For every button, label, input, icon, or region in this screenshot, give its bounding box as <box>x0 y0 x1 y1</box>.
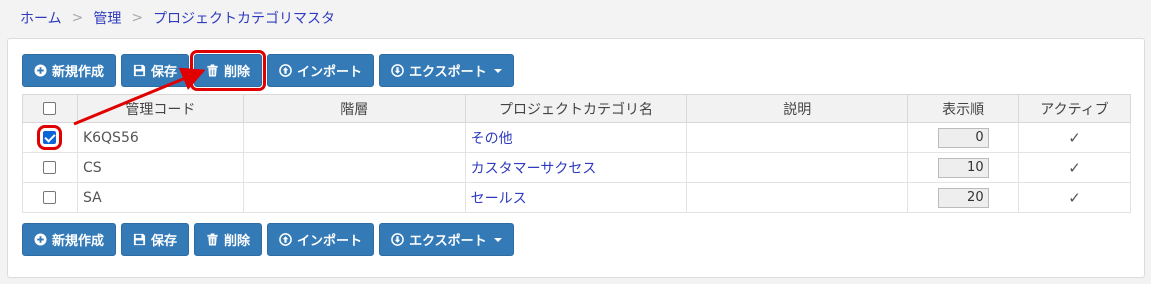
top-toolbar: 新規作成 保存 削除 インポート エクスポート <box>22 50 514 91</box>
download-circle-icon <box>391 233 404 246</box>
breadcrumb-separator: > <box>131 10 144 26</box>
category-name-link[interactable]: セールス <box>464 182 688 213</box>
table-row[interactable]: CS カスタマーサクセス 10 ✓ <box>22 152 1131 183</box>
floppy-disk-icon <box>133 233 146 246</box>
new-button[interactable]: 新規作成 <box>22 54 117 87</box>
table-row[interactable]: SA セールス 20 ✓ <box>22 182 1131 213</box>
column-header-order[interactable]: 表示順 <box>907 94 1020 123</box>
download-circle-icon <box>391 64 404 77</box>
chevron-down-icon <box>493 68 502 73</box>
floppy-disk-icon <box>133 64 146 77</box>
import-button-label: インポート <box>297 65 363 80</box>
description-cell <box>686 122 909 153</box>
trash-icon <box>207 233 218 246</box>
hierarchy-cell <box>242 182 466 213</box>
active-check-icon: ✓ <box>1018 152 1131 183</box>
table-row[interactable]: K6QS56 その他 0 ✓ <box>22 122 1131 153</box>
new-button[interactable]: 新規作成 <box>22 223 117 256</box>
select-all-checkbox[interactable] <box>43 102 57 115</box>
order-cell: 0 <box>907 122 1020 153</box>
hierarchy-cell <box>242 122 466 153</box>
row-select-cell <box>22 122 78 153</box>
save-button-label: 保存 <box>151 65 178 80</box>
breadcrumb-home[interactable]: ホーム <box>20 8 62 28</box>
code-cell: SA <box>76 182 244 213</box>
breadcrumb-current[interactable]: プロジェクトカテゴリマスタ <box>153 8 335 28</box>
column-header-active[interactable]: アクティブ <box>1018 94 1131 123</box>
import-button-label: インポート <box>297 234 363 249</box>
order-input[interactable]: 0 <box>937 127 989 148</box>
row-select-cell <box>22 152 78 183</box>
column-header-code[interactable]: 管理コード <box>76 94 244 123</box>
description-cell <box>686 152 909 183</box>
category-table: 管理コード 階層 プロジェクトカテゴリ名 説明 表示順 アクティブ K6QS56… <box>22 94 1131 213</box>
save-button-label: 保存 <box>151 234 178 249</box>
order-cell: 20 <box>907 182 1020 213</box>
export-button[interactable]: エクスポート <box>379 54 514 87</box>
upload-circle-icon <box>279 64 292 77</box>
delete-button-label: 削除 <box>224 234 251 249</box>
active-check-icon: ✓ <box>1018 122 1131 153</box>
select-all-header <box>22 94 78 123</box>
column-header-hierarchy[interactable]: 階層 <box>242 94 466 123</box>
order-input[interactable]: 20 <box>937 187 989 208</box>
export-button-label: エクスポート <box>409 234 487 249</box>
row-checkbox[interactable] <box>43 161 57 174</box>
order-cell: 10 <box>907 152 1020 183</box>
description-cell <box>686 182 909 213</box>
plus-circle-icon <box>34 64 47 77</box>
chevron-down-icon <box>493 237 502 242</box>
column-header-name[interactable]: プロジェクトカテゴリ名 <box>464 94 688 123</box>
upload-circle-icon <box>279 233 292 246</box>
order-input[interactable]: 10 <box>937 157 989 178</box>
breadcrumb-admin[interactable]: 管理 <box>93 8 121 28</box>
export-button-label: エクスポート <box>409 65 487 80</box>
category-name-link[interactable]: カスタマーサクセス <box>464 152 688 183</box>
main-panel: 新規作成 保存 削除 インポート エクスポート 管理コード 階層 プロジェクトカ… <box>7 38 1145 278</box>
code-cell: CS <box>76 152 244 183</box>
export-button[interactable]: エクスポート <box>379 223 514 256</box>
delete-button[interactable]: 削除 <box>194 223 263 256</box>
new-button-label: 新規作成 <box>52 234 105 249</box>
active-check-icon: ✓ <box>1018 182 1131 213</box>
delete-button[interactable]: 削除 <box>190 50 267 91</box>
import-button[interactable]: インポート <box>267 54 375 87</box>
save-button[interactable]: 保存 <box>121 223 190 256</box>
plus-circle-icon <box>34 233 47 246</box>
table-header-row: 管理コード 階層 プロジェクトカテゴリ名 説明 表示順 アクティブ <box>22 94 1131 123</box>
delete-button-label: 削除 <box>224 65 251 80</box>
hierarchy-cell <box>242 152 466 183</box>
code-cell: K6QS56 <box>76 122 244 153</box>
row-checkbox[interactable] <box>37 125 63 150</box>
bottom-toolbar: 新規作成 保存 削除 インポート エクスポート <box>22 223 514 256</box>
breadcrumb: ホーム > 管理 > プロジェクトカテゴリマスタ <box>20 8 335 28</box>
trash-icon <box>207 64 218 77</box>
column-header-description[interactable]: 説明 <box>686 94 909 123</box>
row-select-cell <box>22 182 78 213</box>
row-checkbox[interactable] <box>43 191 57 204</box>
new-button-label: 新規作成 <box>52 65 105 80</box>
category-name-link[interactable]: その他 <box>464 122 688 153</box>
import-button[interactable]: インポート <box>267 223 375 256</box>
breadcrumb-separator: > <box>71 10 84 26</box>
save-button[interactable]: 保存 <box>121 54 190 87</box>
